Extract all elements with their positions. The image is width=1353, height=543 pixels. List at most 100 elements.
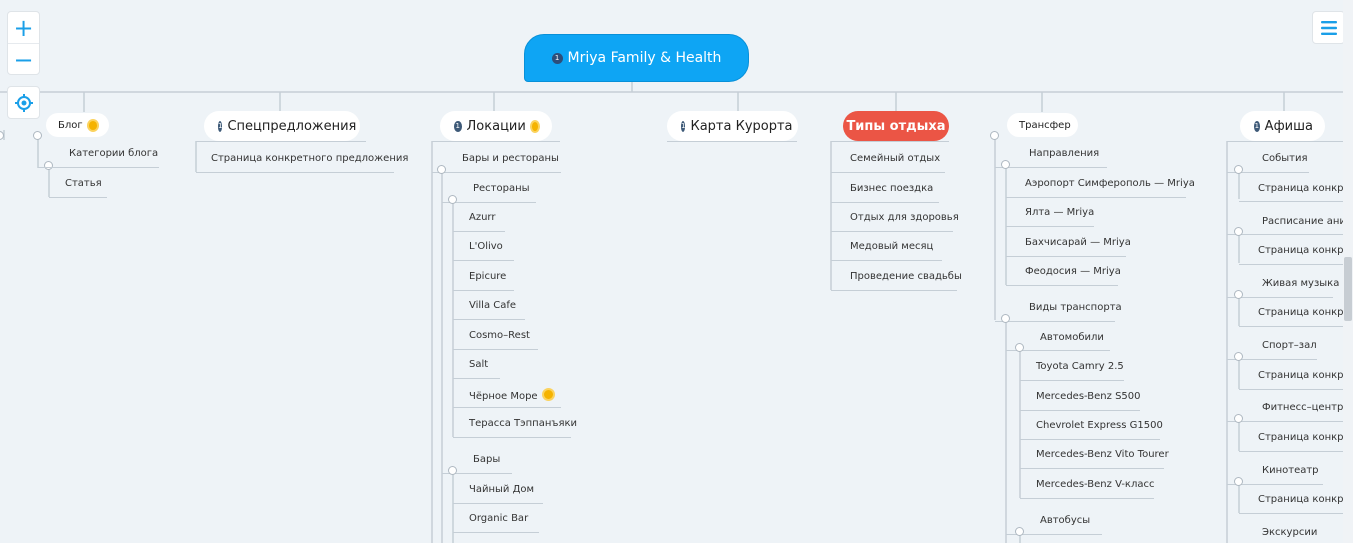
leaf-node[interactable]: Villa Cafe — [469, 300, 516, 311]
leaf-node[interactable]: Бары — [473, 454, 500, 465]
scrollbar-thumb[interactable] — [1344, 257, 1352, 321]
collapse-toggle[interactable] — [448, 466, 457, 475]
underline — [1020, 410, 1140, 411]
branch-afisha[interactable]: 1 Афиша — [1240, 111, 1325, 141]
count-badge: 1 — [681, 120, 686, 132]
collapse-toggle[interactable] — [44, 161, 53, 170]
leaf-node[interactable]: Mercedes-Benz Vito Tourer — [1036, 449, 1169, 460]
collapse-toggle[interactable] — [1234, 477, 1243, 486]
leaf-node[interactable]: Отдых для здоровья — [850, 212, 959, 223]
underline — [1239, 513, 1343, 514]
underline — [1239, 264, 1343, 265]
leaf-node[interactable]: Бахчисарай — Mriya — [1025, 237, 1131, 248]
underline — [1239, 451, 1343, 452]
leaf-node[interactable]: Бары и рестораны — [462, 153, 559, 164]
leaf-node[interactable]: Chevrolet Express G1500 — [1036, 420, 1163, 431]
leaf-label: Чёрное Море — [469, 391, 538, 402]
branch-types[interactable]: Типы отдыха — [843, 111, 949, 141]
leaf-node[interactable]: Проведение свадьбы — [850, 271, 962, 282]
leaf-node[interactable]: Salt — [469, 359, 488, 370]
collapse-toggle[interactable] — [437, 165, 446, 174]
leaf-node[interactable]: Azurr — [469, 212, 495, 223]
leaf-node[interactable]: Toyota Camry 2.5 — [1036, 361, 1124, 372]
leaf-node[interactable]: L'Olivo — [469, 241, 503, 252]
sun-icon — [86, 118, 99, 132]
leaf-node[interactable]: Феодосия — Mriya — [1025, 266, 1121, 277]
collapse-toggle[interactable] — [1234, 227, 1243, 236]
underline — [453, 407, 561, 408]
leaf-node[interactable]: Страница конкрет — [1258, 432, 1353, 443]
underline — [1227, 234, 1343, 235]
collapse-toggle[interactable] — [1234, 165, 1243, 174]
leaf-node[interactable]: События — [1262, 153, 1308, 164]
branch-blog[interactable]: Блог — [46, 113, 109, 137]
underline — [1006, 285, 1118, 286]
leaf-node[interactable]: Страница конкрет — [1258, 245, 1353, 256]
leaf-node[interactable]: Чайный Дом — [469, 484, 534, 495]
underline — [831, 290, 957, 291]
leaf-node[interactable]: Страница конкрет — [1258, 307, 1353, 318]
underline — [1006, 197, 1186, 198]
leaf-node[interactable]: Organic Bar — [469, 513, 528, 524]
collapse-toggle[interactable] — [1001, 314, 1010, 323]
leaf-node[interactable]: Чёрное Море — [469, 388, 555, 402]
leaf-node[interactable]: Рестораны — [473, 183, 530, 194]
underline — [831, 172, 945, 173]
leaf-node[interactable]: Экскурсии — [1262, 527, 1317, 538]
leaf-node[interactable]: Страница конкретного предложения — [211, 153, 408, 164]
sun-icon — [529, 119, 540, 133]
crosshair-icon — [14, 93, 33, 112]
underline — [1020, 439, 1160, 440]
leaf-node[interactable]: Страница конкрет — [1258, 494, 1353, 505]
collapse-toggle[interactable] — [1015, 343, 1024, 352]
leaf-node[interactable]: Кинотеатр — [1262, 465, 1319, 476]
leaf-node[interactable]: Фитнесс–центр — [1262, 402, 1343, 413]
leaf-node[interactable]: Категории блога — [69, 148, 158, 159]
leaf-node[interactable]: Семейный отдых — [850, 153, 940, 164]
leaf-node[interactable]: Mercedes-Benz S500 — [1036, 391, 1141, 402]
underline — [1020, 498, 1154, 499]
leaf-node[interactable]: Cosmo–Rest — [469, 330, 530, 341]
underline — [196, 141, 366, 142]
leaf-node[interactable]: Статья — [65, 178, 102, 189]
root-node-label: Mriya Family & Health — [567, 50, 722, 66]
leaf-node[interactable]: Автомобили — [1040, 332, 1104, 343]
collapse-toggle[interactable] — [448, 195, 457, 204]
collapse-toggle[interactable] — [1234, 290, 1243, 299]
sun-icon — [541, 388, 555, 401]
collapse-toggle[interactable] — [33, 131, 42, 140]
collapse-toggle[interactable] — [1015, 527, 1024, 536]
menu-button[interactable] — [1312, 11, 1345, 44]
leaf-node[interactable]: Медовый месяц — [850, 241, 933, 252]
leaf-node[interactable]: Страница конкрет — [1258, 183, 1353, 194]
collapse-toggle[interactable] — [1234, 352, 1243, 361]
leaf-node[interactable]: Страница конкрет — [1258, 370, 1353, 381]
underline — [453, 231, 505, 232]
leaf-node[interactable]: Бизнес поездка — [850, 183, 933, 194]
collapse-toggle[interactable] — [990, 131, 999, 140]
leaf-node[interactable]: Спорт–зал — [1262, 340, 1317, 351]
branch-offers[interactable]: 1 Спецпредложения — [204, 111, 360, 141]
branch-map[interactable]: 1 Карта Курорта — [667, 111, 798, 141]
leaf-node[interactable]: Живая музыка — [1262, 278, 1339, 289]
underline — [1227, 141, 1343, 142]
leaf-node[interactable]: Направления — [1029, 148, 1099, 159]
leaf-node[interactable]: Mercedes-Benz V-класс — [1036, 479, 1154, 490]
branch-transfer[interactable]: Трансфер — [1007, 113, 1078, 137]
collapse-toggle[interactable] — [1001, 160, 1010, 169]
branch-locations[interactable]: 1 Локации — [440, 111, 552, 141]
leaf-node[interactable]: Терасса Тэппанъяки — [469, 418, 577, 429]
leaf-node[interactable]: Автобусы — [1040, 515, 1090, 526]
zoom-out-button[interactable]: − — [8, 44, 39, 75]
leaf-node[interactable]: Epicure — [469, 271, 506, 282]
leaf-node[interactable]: Ялта — Mriya — [1025, 207, 1094, 218]
underline — [453, 319, 525, 320]
underline — [196, 172, 394, 173]
leaf-node[interactable]: Расписание аним — [1262, 216, 1353, 227]
leaf-node[interactable]: Аэропорт Симферополь — Mriya — [1025, 178, 1195, 189]
root-node[interactable]: 1 Mriya Family & Health — [524, 34, 749, 82]
locate-button[interactable] — [7, 86, 40, 119]
zoom-in-button[interactable]: + — [8, 12, 39, 43]
collapse-toggle[interactable] — [1234, 414, 1243, 423]
leaf-node[interactable]: Виды транспорта — [1029, 302, 1122, 313]
